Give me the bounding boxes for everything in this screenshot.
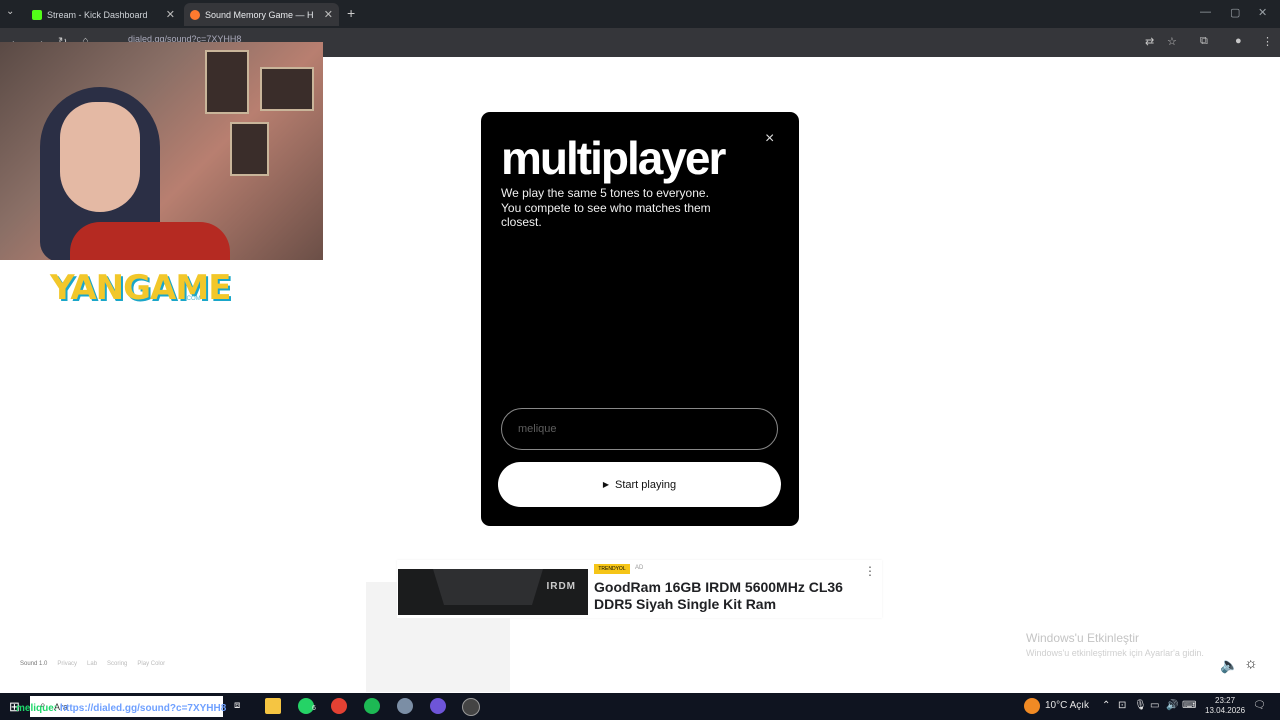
tray-expand-icon[interactable]: ⌃ [1102, 700, 1110, 711]
footer-link-play-color[interactable]: Play Color [137, 661, 165, 667]
footer-link-scoring[interactable]: Scoring [107, 661, 127, 667]
tab-search-icon[interactable]: ⌄ [6, 6, 14, 17]
overlay-link: https://dialed.gg/sound?c=7XYHH8 [59, 703, 227, 714]
multiplayer-modal: × multiplayer We play the same 5 tones t… [481, 112, 799, 526]
bookmark-star-icon[interactable]: ☆ [1167, 35, 1177, 48]
translate-icon[interactable]: ⇄ [1145, 35, 1154, 48]
ad-image-brand: IRDM [546, 581, 576, 592]
kick-favicon-icon [32, 9, 42, 20]
obs-icon[interactable] [462, 698, 480, 716]
weather-icon [1024, 698, 1040, 714]
task-view-icon[interactable]: ⧈ [234, 700, 240, 711]
footer-link-privacy[interactable]: Privacy [57, 661, 77, 667]
ram-heatsink [433, 569, 543, 605]
start-playing-button[interactable]: ▶ Start playing [498, 462, 781, 507]
modal-description: We play the same 5 tones to everyone. Yo… [501, 186, 711, 229]
ad-options-icon[interactable]: ⋮ [864, 564, 876, 578]
maximize-icon[interactable]: ▢ [1230, 6, 1240, 19]
wall-poster [260, 67, 314, 111]
chrome-icon[interactable] [331, 698, 347, 714]
close-icon[interactable]: × [765, 130, 774, 148]
player-name-input[interactable] [501, 408, 778, 450]
minimize-icon[interactable]: — [1200, 6, 1211, 18]
extensions-icon[interactable]: ⧉ [1200, 35, 1208, 48]
theme-toggle-icon[interactable]: ☼ [1244, 655, 1258, 672]
spotify-icon[interactable] [364, 698, 380, 714]
tray-app-icon[interactable]: ⊡ [1118, 700, 1126, 711]
tab-kick-dashboard[interactable]: Stream - Kick Dashboard ✕ [26, 3, 181, 26]
menu-icon[interactable]: ⋮ [1262, 35, 1273, 48]
advertisement[interactable]: IRDM TRENDYOL AD GoodRam 16GB IRDM 5600M… [397, 560, 882, 618]
streamer-shirt [70, 222, 230, 260]
network-icon[interactable]: ▭ [1150, 700, 1159, 711]
yangame-logo-sub: .COM [185, 296, 201, 302]
clock-time: 23:27 [1215, 696, 1236, 705]
close-tab-icon[interactable]: ✕ [166, 8, 175, 21]
wall-poster [205, 50, 249, 114]
whatsapp-badge: 6 [312, 705, 316, 712]
file-explorer-icon[interactable] [265, 698, 281, 714]
new-tab-icon[interactable]: + [347, 5, 355, 21]
sound-toggle-icon[interactable]: 🔈 [1220, 656, 1239, 674]
play-icon: ▶ [602, 480, 609, 489]
start-playing-label: Start playing [615, 478, 677, 491]
ad-title[interactable]: GoodRam 16GB IRDM 5600MHz CL36 DDR5 Siya… [594, 579, 864, 612]
tab-title: Sound Memory Game — H [205, 9, 314, 20]
dialed-favicon-icon [190, 9, 200, 20]
ad-product-image[interactable]: IRDM [398, 569, 588, 615]
wall-poster [230, 122, 269, 176]
browser-tab-strip: ⌄ Stream - Kick Dashboard ✕ Sound Memory… [0, 0, 1280, 28]
tab-title: Stream - Kick Dashboard [47, 9, 148, 20]
discord-icon[interactable] [430, 698, 446, 714]
close-window-icon[interactable]: ✕ [1258, 6, 1267, 19]
overlay-username: melique [16, 703, 54, 714]
app-icon[interactable] [397, 698, 413, 714]
ad-tag: AD [635, 565, 644, 571]
windows-activation-subtitle: Windows'u etkinleştirmek için Ayarlar'a … [1026, 648, 1204, 658]
webcam-overlay [0, 42, 323, 260]
footer-link-lab[interactable]: Lab [87, 661, 97, 667]
footer-version: Sound 1.0 [20, 661, 48, 667]
volume-icon[interactable]: 🔊 [1166, 700, 1178, 711]
notifications-icon[interactable]: 🗨 [1253, 700, 1266, 711]
site-footer: Sound 1.0 Privacy Lab Scoring Play Color [20, 661, 165, 667]
modal-title: multiplayer [501, 132, 726, 184]
yangame-logo: YANGAME [50, 268, 231, 308]
ad-advertiser-badge: TRENDYOL [594, 564, 630, 574]
windows-activation-title: Windows'u Etkinleştir [1026, 631, 1139, 645]
tab-sound-memory-game[interactable]: Sound Memory Game — H ✕ [184, 3, 339, 26]
clock-date: 13.04.2026 [1205, 706, 1246, 715]
taskbar-clock[interactable]: 23:27 13.04.2026 [1205, 696, 1245, 716]
weather-text[interactable]: 10°C Açık [1045, 700, 1089, 711]
stream-chat-overlay: melique: https://dialed.gg/sound?c=7XYHH… [16, 703, 227, 714]
close-tab-icon[interactable]: ✕ [324, 8, 333, 21]
microphone-icon[interactable]: 🎙 [1134, 700, 1147, 711]
profile-avatar-icon[interactable]: ● [1235, 35, 1242, 47]
keyboard-icon[interactable]: ⌨ [1182, 700, 1196, 711]
streamer-face [60, 102, 140, 212]
